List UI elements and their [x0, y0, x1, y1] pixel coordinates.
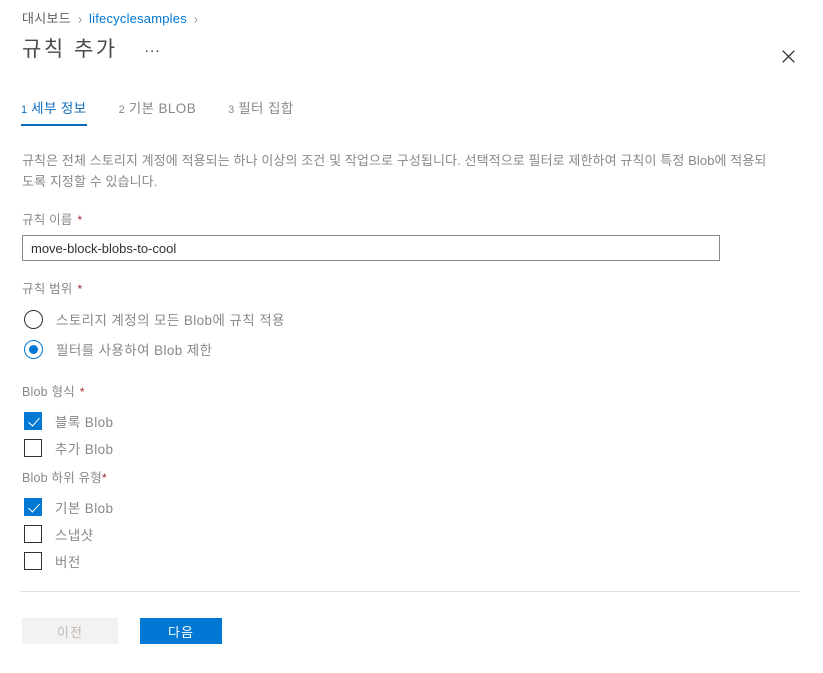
close-icon[interactable]: [774, 42, 802, 70]
rule-scope-label: 규칙 범위 *: [22, 281, 782, 297]
checkbox-append-blob[interactable]: 추가 Blob: [24, 434, 782, 461]
checkbox-snapshot-label: 스냅샷: [55, 527, 94, 543]
checkbox-snapshot[interactable]: 스냅샷: [24, 520, 782, 547]
required-asterisk: *: [77, 213, 83, 227]
breadcrumb: 대시보드 › lifecyclesamples ›: [22, 10, 205, 28]
required-asterisk: *: [101, 471, 107, 485]
breadcrumb-separator-icon: ›: [78, 10, 83, 28]
tab-details-label: 세부 정보: [31, 101, 87, 116]
radio-all-blobs-label: 스토리지 계정의 모든 Blob에 규칙 적용: [56, 313, 285, 328]
blob-subtype-label: Blob 하위 유형*: [22, 470, 782, 486]
tab-filter-set[interactable]: 3 필터 집합: [228, 97, 294, 126]
back-button[interactable]: 이전: [22, 618, 118, 644]
next-button[interactable]: 다음: [140, 618, 222, 644]
breadcrumb-item-lifecyclesamples[interactable]: lifecyclesamples: [89, 10, 187, 28]
wizard-tabs: 1 세부 정보 2 기본 BLOB 3 필터 집합: [21, 97, 326, 126]
form-description: 규칙은 전체 스토리지 계정에 적용되는 하나 이상의 조건 및 작업으로 구성…: [22, 153, 767, 189]
checkbox-unchecked-icon: [24, 551, 42, 570]
required-asterisk: *: [77, 282, 83, 296]
checkbox-base-blob[interactable]: 기본 Blob: [24, 493, 782, 520]
blob-type-label-text: Blob 형식: [22, 385, 75, 399]
radio-limit-with-filters[interactable]: 필터를 사용하여 Blob 제한: [24, 334, 782, 364]
checkbox-unchecked-icon: [24, 438, 42, 457]
tab-details[interactable]: 1 세부 정보: [21, 97, 87, 126]
radio-unselected-icon: [24, 309, 43, 329]
radio-limit-with-filters-label: 필터를 사용하여 Blob 제한: [56, 343, 213, 358]
breadcrumb-item-dashboard[interactable]: 대시보드: [22, 10, 71, 28]
checkbox-version[interactable]: 버전: [24, 547, 782, 574]
rule-scope-group: 규칙 범위 * 스토리지 계정의 모든 Blob에 규칙 적용 필터를 사용하여 …: [22, 281, 782, 364]
checkbox-checked-icon: [24, 411, 42, 430]
checkbox-version-label: 버전: [55, 554, 81, 570]
tab-base-blob-number: 2: [118, 104, 125, 116]
checkbox-append-blob-label: 추가 Blob: [55, 441, 114, 457]
checkbox-base-blob-label: 기본 Blob: [55, 500, 114, 516]
more-options-icon[interactable]: …: [140, 36, 167, 58]
blob-subtype-label-text: Blob 하위 유형: [22, 471, 102, 485]
checkbox-block-blob-label: 블록 Blob: [55, 414, 114, 430]
tab-base-blob[interactable]: 2 기본 BLOB: [119, 97, 197, 126]
radio-selected-icon: [24, 339, 43, 359]
footer-actions: 이전 다음: [22, 618, 222, 644]
rule-name-label-text: 규칙 이름: [22, 213, 73, 227]
form-area: 규칙 이름 * 규칙 범위 * 스토리지 계정의 모든 Blob에 규칙 적용 필터…: [22, 212, 782, 574]
tab-filter-set-label: 필터 집합: [238, 101, 294, 116]
rule-name-group: 규칙 이름 *: [22, 212, 782, 261]
checkbox-block-blob[interactable]: 블록 Blob: [24, 407, 782, 434]
page-title: 규칙 추가: [22, 38, 118, 61]
tab-base-blob-label: 기본 BLOB: [128, 101, 197, 116]
blob-type-label: Blob 형식 *: [22, 384, 782, 400]
required-asterisk: *: [79, 385, 85, 399]
rule-scope-label-text: 규칙 범위: [22, 282, 73, 296]
tab-details-number: 1: [21, 104, 28, 116]
title-row: 규칙 추가 …: [22, 36, 166, 64]
blob-type-group: Blob 형식 * 블록 Blob 추가 Blob: [22, 384, 782, 461]
rule-name-input[interactable]: [22, 235, 720, 261]
footer-divider: [20, 591, 800, 592]
tab-filter-set-number: 3: [228, 104, 235, 116]
checkbox-unchecked-icon: [24, 524, 42, 543]
blob-subtype-group: Blob 하위 유형* 기본 Blob 스냅샷 버전: [22, 470, 782, 574]
radio-all-blobs[interactable]: 스토리지 계정의 모든 Blob에 규칙 적용: [24, 304, 782, 334]
checkbox-checked-icon: [24, 497, 42, 516]
rule-name-label: 규칙 이름 *: [22, 212, 782, 228]
breadcrumb-separator-icon: ›: [193, 10, 198, 28]
